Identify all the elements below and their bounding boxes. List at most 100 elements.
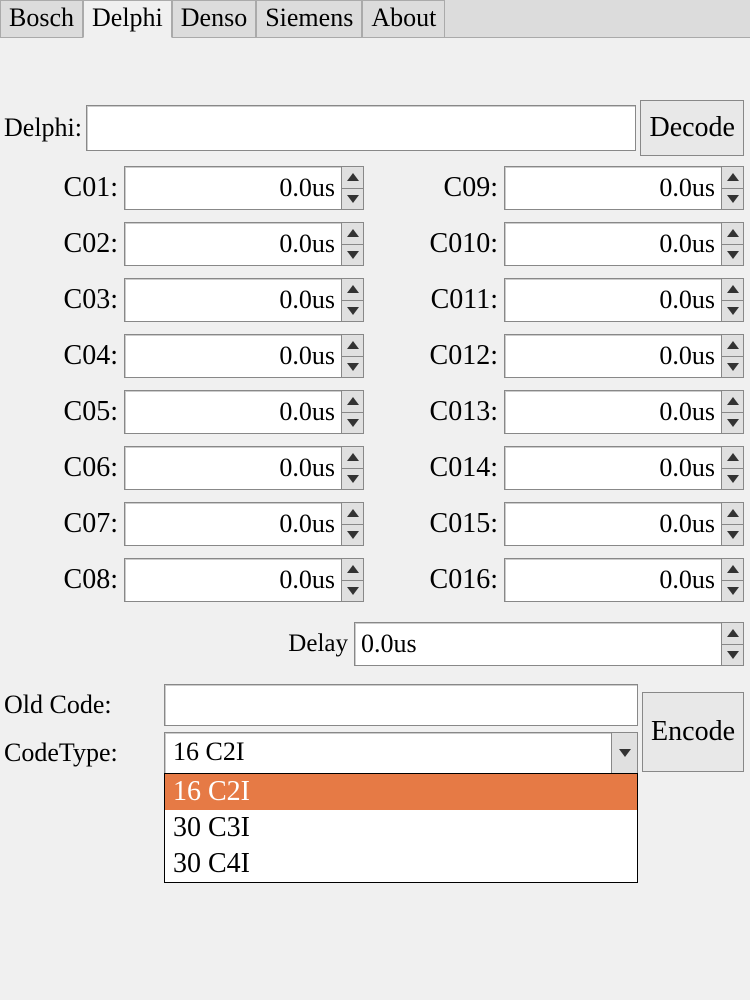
spin-down-icon[interactable] (341, 245, 363, 266)
code-type-option[interactable]: 16 C2I (165, 774, 637, 810)
spin-down-icon[interactable] (341, 413, 363, 434)
coeff-label: C016: (384, 564, 504, 596)
spin-down-icon[interactable] (721, 357, 743, 378)
spin-up-icon[interactable] (721, 559, 743, 581)
coeff-stepper[interactable]: 0.0us (504, 334, 744, 378)
spin-down-icon[interactable] (341, 189, 363, 210)
spin-up-icon[interactable] (721, 167, 743, 189)
tab-about[interactable]: About (362, 0, 445, 37)
coeff-field: C011:0.0us (384, 278, 744, 322)
spin-up-icon[interactable] (341, 391, 363, 413)
coeff-value: 0.0us (125, 335, 341, 377)
coeff-stepper[interactable]: 0.0us (504, 558, 744, 602)
tab-denso[interactable]: Denso (172, 0, 256, 37)
coeff-label: C08: (4, 564, 124, 596)
spin-down-icon[interactable] (721, 301, 743, 322)
spin-up-icon[interactable] (721, 335, 743, 357)
coeff-stepper[interactable]: 0.0us (504, 502, 744, 546)
chevron-down-icon[interactable] (611, 733, 637, 773)
coeff-label: C01: (4, 172, 124, 204)
old-code-input[interactable] (164, 684, 638, 726)
coeff-stepper[interactable]: 0.0us (504, 222, 744, 266)
coeff-label: C012: (384, 340, 504, 372)
coeff-field: C07:0.0us (4, 502, 364, 546)
spin-down-icon[interactable] (721, 581, 743, 602)
coeff-stepper[interactable]: 0.0us (124, 502, 364, 546)
spin-down-icon[interactable] (341, 469, 363, 490)
spin-up-icon[interactable] (721, 503, 743, 525)
coeff-stepper[interactable]: 0.0us (124, 222, 364, 266)
spin-up-icon[interactable] (341, 335, 363, 357)
coeff-value: 0.0us (505, 503, 721, 545)
coeff-stepper[interactable]: 0.0us (124, 558, 364, 602)
coeff-stepper[interactable]: 0.0us (124, 334, 364, 378)
spin-down-icon[interactable] (341, 301, 363, 322)
coeff-label: C010: (384, 228, 504, 260)
code-type-select[interactable]: 16 C2I 16 C2I30 C3I30 C4I (164, 732, 638, 774)
coeff-stepper[interactable]: 0.0us (504, 278, 744, 322)
spin-up-icon[interactable] (721, 279, 743, 301)
coeff-stepper[interactable]: 0.0us (124, 446, 364, 490)
spin-down-icon[interactable] (721, 645, 743, 666)
spin-up-icon[interactable] (341, 279, 363, 301)
spin-up-icon[interactable] (341, 559, 363, 581)
code-type-option[interactable]: 30 C4I (165, 846, 637, 882)
coeff-value: 0.0us (125, 223, 341, 265)
old-code-label: Old Code: (4, 690, 164, 720)
spin-up-icon[interactable] (721, 391, 743, 413)
coeff-label: C013: (384, 396, 504, 428)
coeff-label: C02: (4, 228, 124, 260)
tab-siemens[interactable]: Siemens (256, 0, 362, 37)
spin-up-icon[interactable] (721, 623, 743, 645)
coeff-value: 0.0us (125, 447, 341, 489)
encode-button[interactable]: Encode (642, 692, 744, 772)
coeff-value: 0.0us (505, 279, 721, 321)
coeff-field: C013:0.0us (384, 390, 744, 434)
tab-panel-delphi: Delphi: Decode C01:0.0usC02:0.0usC03:0.0… (0, 100, 750, 780)
coeff-field: C016:0.0us (384, 558, 744, 602)
coeff-label: C014: (384, 452, 504, 484)
coeff-field: C05:0.0us (4, 390, 364, 434)
coeff-value: 0.0us (505, 559, 721, 601)
coeff-label: C011: (384, 284, 504, 316)
spin-down-icon[interactable] (721, 413, 743, 434)
delay-value: 0.0us (355, 623, 721, 665)
spin-down-icon[interactable] (341, 357, 363, 378)
spin-up-icon[interactable] (721, 223, 743, 245)
coeff-label: C06: (4, 452, 124, 484)
coeff-field: C08:0.0us (4, 558, 364, 602)
spin-up-icon[interactable] (341, 223, 363, 245)
spin-up-icon[interactable] (341, 167, 363, 189)
brand-label: Delphi: (4, 113, 86, 143)
coeff-value: 0.0us (505, 447, 721, 489)
spin-down-icon[interactable] (341, 525, 363, 546)
coeff-stepper[interactable]: 0.0us (504, 390, 744, 434)
code-type-dropdown: 16 C2I30 C3I30 C4I (164, 773, 638, 883)
code-type-option[interactable]: 30 C3I (165, 810, 637, 846)
coeff-field: C01:0.0us (4, 166, 364, 210)
coeff-stepper[interactable]: 0.0us (124, 390, 364, 434)
spin-down-icon[interactable] (721, 525, 743, 546)
code-input[interactable] (86, 105, 636, 151)
spin-up-icon[interactable] (721, 447, 743, 469)
spin-up-icon[interactable] (341, 447, 363, 469)
spin-down-icon[interactable] (721, 469, 743, 490)
coeff-label: C015: (384, 508, 504, 540)
coeff-value: 0.0us (125, 559, 341, 601)
coeff-stepper[interactable]: 0.0us (504, 446, 744, 490)
coeff-value: 0.0us (505, 167, 721, 209)
tab-bosch[interactable]: Bosch (0, 0, 83, 37)
coeff-stepper[interactable]: 0.0us (124, 166, 364, 210)
coeff-field: C03:0.0us (4, 278, 364, 322)
coeff-field: C04:0.0us (4, 334, 364, 378)
spin-down-icon[interactable] (721, 245, 743, 266)
tab-delphi[interactable]: Delphi (83, 0, 172, 38)
decode-button[interactable]: Decode (640, 100, 744, 156)
coeff-label: C09: (384, 172, 504, 204)
coeff-stepper[interactable]: 0.0us (504, 166, 744, 210)
spin-down-icon[interactable] (341, 581, 363, 602)
spin-up-icon[interactable] (341, 503, 363, 525)
spin-down-icon[interactable] (721, 189, 743, 210)
coeff-stepper[interactable]: 0.0us (124, 278, 364, 322)
delay-stepper[interactable]: 0.0us (354, 622, 744, 666)
